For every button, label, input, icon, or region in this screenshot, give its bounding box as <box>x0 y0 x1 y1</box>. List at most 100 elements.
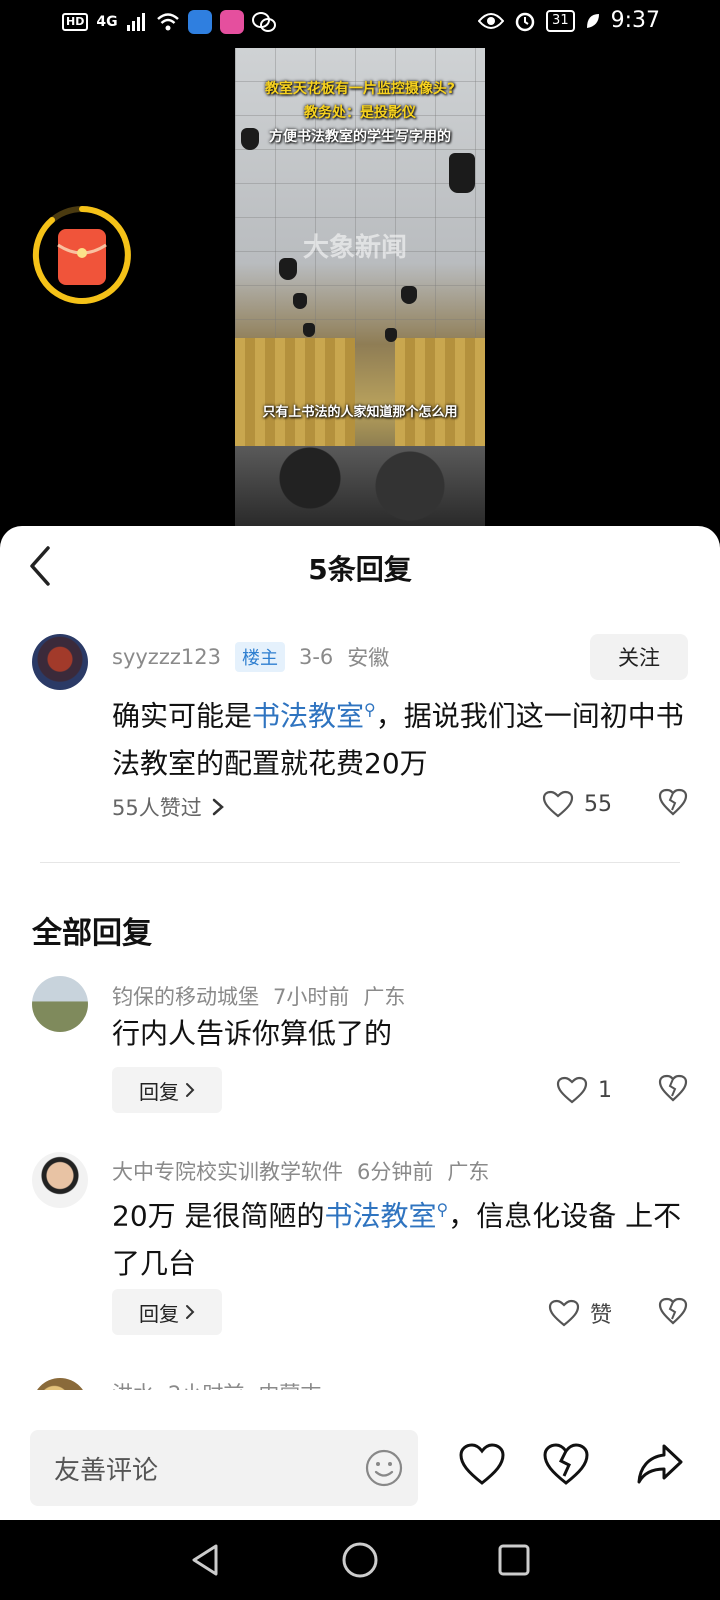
projector-shape <box>449 153 475 193</box>
video-caption-line3: 方便书法教室的学生写字用的 <box>269 129 451 145</box>
search-icon: ⚲ <box>364 700 376 719</box>
nav-home-button[interactable] <box>340 1540 380 1580</box>
reply-actions: 赞 <box>548 1297 688 1329</box>
broken-heart-icon <box>543 1443 589 1485</box>
video-player[interactable]: 大象新闻 教室天花板有一片监控摄像头? 教务处：是投影仪 方便书法教室的学生写字… <box>235 48 485 526</box>
reply-label: 回复 <box>139 1079 179 1104</box>
username[interactable]: syyzzz123 <box>112 645 221 669</box>
smiley-icon <box>365 1449 403 1487</box>
leaf-icon <box>586 13 599 28</box>
square-recents-icon <box>498 1544 530 1576</box>
input-placeholder: 友善评论 <box>54 1456 159 1486</box>
like-count: 1 <box>598 1077 612 1103</box>
username[interactable]: 大中专院校实训教学软件 <box>112 1156 343 1186</box>
like-button[interactable]: 赞 <box>548 1297 612 1329</box>
dislike-button[interactable] <box>658 788 688 820</box>
back-button[interactable] <box>20 546 60 586</box>
comment-input-bar: 友善评论 <box>0 1390 720 1520</box>
browser-app-icon <box>187 10 212 34</box>
reply-text: 20万 是很简陋的书法教室⚲，信息化设备 上不了几台 <box>112 1186 692 1288</box>
reply-actions: 1 <box>556 1074 688 1106</box>
share-icon <box>637 1444 683 1484</box>
avatar[interactable] <box>32 1152 88 1208</box>
status-left: HD 4G <box>62 10 276 34</box>
reply-time: 6分钟前 <box>357 1160 434 1184</box>
nav-back-button[interactable] <box>186 1540 226 1580</box>
comment-text: 确实可能是书法教室⚲，据说我们这一间初中书法教室的配置就花费20万 <box>112 686 692 788</box>
reply-button[interactable]: 回复 <box>112 1289 222 1335</box>
comment-input[interactable]: 友善评论 <box>30 1430 418 1506</box>
heart-icon <box>459 1443 505 1485</box>
emoji-button[interactable] <box>364 1448 404 1488</box>
replies-sheet: 5条回复 syyzzz123 楼主 3-6 安徽 关注 确实可能是书法教室⚲，据… <box>0 526 720 1520</box>
clock: 9:37 <box>610 8 660 33</box>
network-indicator: 4G <box>96 14 118 30</box>
search-icon: ⚲ <box>436 1200 449 1219</box>
projector-shape <box>401 286 417 304</box>
chevron-right-icon <box>212 798 224 816</box>
comment-date: 3-6 <box>298 645 334 669</box>
broken-heart-icon <box>658 1074 688 1102</box>
broken-heart-icon <box>658 1297 688 1325</box>
username[interactable]: 钧保的移动城堡 <box>112 981 259 1011</box>
share-button[interactable] <box>636 1442 684 1490</box>
watermark: 大象新闻 <box>302 233 407 263</box>
video-caption-bottom: 只有上书法的人家知道那个怎么用 <box>262 405 458 420</box>
reply-label: 回复 <box>139 1301 179 1326</box>
video-caption-line1: 教室天花板有一片监控摄像头? <box>264 81 456 97</box>
likers-link[interactable]: 55人赞过 <box>112 792 224 822</box>
divider <box>40 862 680 863</box>
red-packet-button[interactable] <box>32 205 132 305</box>
chevron-left-icon <box>30 546 50 586</box>
circle-home-icon <box>342 1542 378 1578</box>
signal-icon <box>126 13 145 31</box>
projector-shape <box>385 328 397 342</box>
heart-icon <box>542 790 574 818</box>
follow-button[interactable]: 关注 <box>590 634 688 680</box>
red-packet-icon <box>32 206 131 304</box>
system-nav-bar <box>0 1520 720 1600</box>
reply-time: 7小时前 <box>273 985 350 1009</box>
chevron-right-icon <box>186 1305 195 1319</box>
reply-text-part: 20万 是很简陋的 <box>112 1199 325 1233</box>
triangle-back-icon <box>192 1544 218 1576</box>
sheet-title: 5条回复 <box>308 553 412 586</box>
hd-badge: HD <box>62 13 89 31</box>
heart-icon <box>556 1076 588 1104</box>
all-replies-title: 全部回复 <box>32 916 152 951</box>
like-count: 55 <box>584 791 612 817</box>
comment-meta: syyzzz123 楼主 3-6 安徽 <box>112 642 389 672</box>
reply-meta: 大中专院校实训教学软件 6分钟前 广东 <box>112 1156 489 1186</box>
video-caption-line2: 教务处：是投影仪 <box>304 105 416 121</box>
comment-text-part: 确实可能是 <box>112 699 253 733</box>
projector-shape <box>293 293 307 309</box>
like-button[interactable]: 55 <box>542 790 612 818</box>
like-count: 赞 <box>589 1303 612 1328</box>
likers-count: 55人赞过 <box>112 796 202 820</box>
avatar[interactable] <box>32 976 88 1032</box>
dislike-button[interactable] <box>658 1297 688 1329</box>
reply-button[interactable]: 回复 <box>112 1067 222 1113</box>
reply-location: 广东 <box>363 985 406 1009</box>
reply-meta: 钧保的移动城堡 7小时前 广东 <box>112 981 405 1011</box>
dislike-video-button[interactable] <box>542 1442 590 1490</box>
keyword-link[interactable]: 书法教室 <box>252 699 364 732</box>
reply-text: 行内人告诉你算低了的 <box>112 1017 393 1050</box>
avatar[interactable] <box>32 634 88 690</box>
keyword-link[interactable]: 书法教室 <box>325 1199 437 1232</box>
dislike-button[interactable] <box>658 1074 688 1106</box>
eye-icon <box>478 12 505 29</box>
wifi-icon <box>156 13 179 31</box>
video-app-icon <box>219 10 244 34</box>
owner-badge: 楼主 <box>234 642 285 672</box>
projector-shape <box>303 323 315 337</box>
status-right: 31 9:37 <box>478 8 660 33</box>
heart-icon <box>548 1299 580 1327</box>
like-button[interactable]: 1 <box>556 1076 612 1104</box>
nav-recents-button[interactable] <box>494 1540 534 1580</box>
comment-actions: 55 <box>542 788 688 820</box>
status-bar: HD 4G 31 9:37 <box>0 0 720 48</box>
like-video-button[interactable] <box>458 1442 506 1490</box>
broken-heart-icon <box>658 788 688 816</box>
battery-indicator: 31 <box>546 9 575 32</box>
